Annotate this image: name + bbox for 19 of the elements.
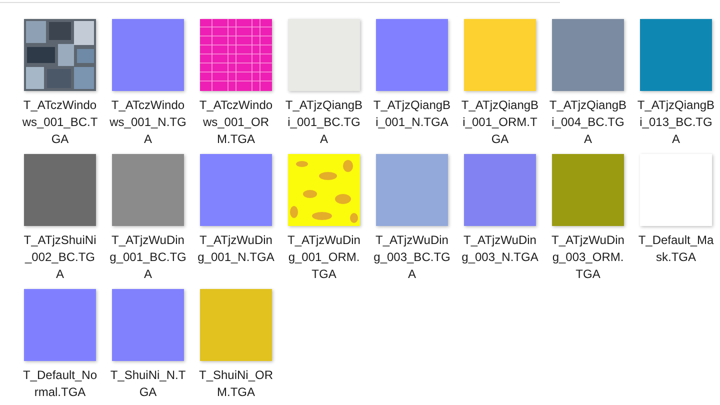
file-name[interactable]: T_ATjzQiangBi_013_BC.TGA	[637, 97, 715, 148]
file-name[interactable]: T_ATczWindows_001_ORM.TGA	[197, 97, 275, 148]
file-name[interactable]: T_ATjzWuDing_003_N.TGA	[461, 232, 539, 266]
file-name[interactable]: T_ATjzQiangBi_001_ORM.TGA	[461, 97, 539, 148]
file-name[interactable]: T_Default_Normal.TGA	[21, 367, 99, 401]
file-name[interactable]: T_ShuiNi_N.TGA	[109, 367, 187, 401]
file-name[interactable]: T_ATjzWuDing_003_BC.TGA	[373, 232, 451, 283]
file-name[interactable]: T_ATczWindows_001_BC.TGA	[21, 97, 99, 148]
file-name[interactable]: T_ATjzQiangBi_001_N.TGA	[373, 97, 451, 131]
file-name[interactable]: T_ATjzQiangBi_001_BC.TGA	[285, 97, 363, 148]
file-name[interactable]: T_ShuiNi_ORM.TGA	[197, 367, 275, 401]
file-name[interactable]: T_ATjzWuDing_001_ORM.TGA	[285, 232, 363, 283]
file-name[interactable]: T_ATczWindows_001_N.TGA	[109, 97, 187, 148]
file-name[interactable]: T_ATjzQiangBi_004_BC.TGA	[549, 97, 627, 148]
file-name[interactable]: T_ATjzWuDing_001_N.TGA	[197, 232, 275, 266]
file-name[interactable]: T_Default_Mask.TGA	[637, 232, 715, 266]
file-name[interactable]: T_ATjzShuiNi_002_BC.TGA	[21, 232, 99, 283]
file-name[interactable]: T_ATjzWuDing_003_ORM.TGA	[549, 232, 627, 283]
file-name[interactable]: T_ATjzWuDing_001_BC.TGA	[109, 232, 187, 283]
